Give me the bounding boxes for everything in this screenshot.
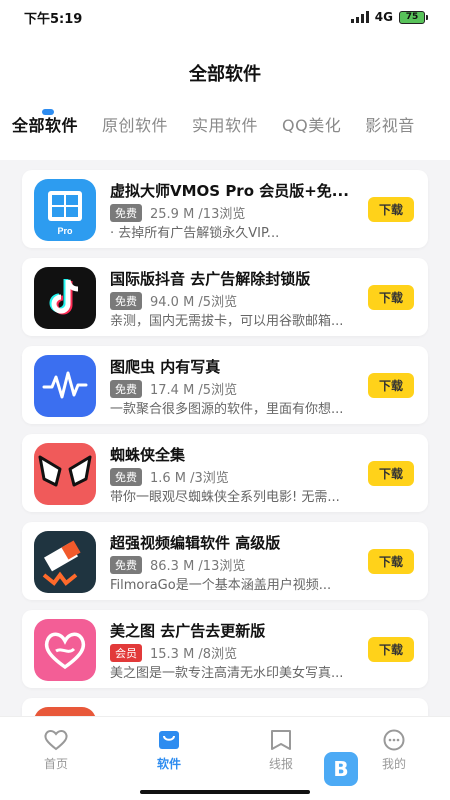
app-card[interactable]: 国际版抖音 去广告解除封锁版 免费 94.0 M /5浏览 亲测，国内无需拔卡，可… xyxy=(22,258,428,336)
nav-label: 软件 xyxy=(156,757,181,771)
free-badge: 免费 xyxy=(110,291,142,310)
app-card[interactable]: 蜘蛛侠全集 免费 1.6 M /3浏览 带你一眼观尽蜘蛛侠全系列电影! 无需...… xyxy=(22,434,428,512)
nav-software[interactable]: 软件 xyxy=(137,729,201,772)
home-indicator xyxy=(140,790,310,794)
app-description: 美之图是一款专注高清无水印美女写真... xyxy=(110,666,344,681)
tiktok-icon xyxy=(34,267,96,329)
free-badge: 免费 xyxy=(110,555,142,574)
app-description: · 去掉所有广告解锁永久VIP... xyxy=(110,226,280,241)
app-stats: 15.3 M /8浏览 xyxy=(150,647,238,662)
wave-icon xyxy=(34,355,96,417)
app-name: 图爬虫 内有写真 xyxy=(110,358,221,376)
app-name: 超强视频编辑软件 高级版 xyxy=(110,534,281,552)
nav-label: 线报 xyxy=(268,757,293,771)
tab-all[interactable]: 全部软件 xyxy=(12,112,78,156)
app-stats: 1.6 M /3浏览 xyxy=(150,471,229,486)
app-stats: 94.0 M /5浏览 xyxy=(150,295,238,310)
app-meta: 免费 1.6 M /3浏览 xyxy=(110,467,229,486)
app-card[interactable]: 超强视频编辑软件 高级版 免费 86.3 M /13浏览 FilmoraGo是一个… xyxy=(22,522,428,600)
app-card[interactable]: 美之图 去广告去更新版 会员 15.3 M /8浏览 美之图是一款专注高清无水印美… xyxy=(22,610,428,688)
app-card[interactable]: 图爬虫 内有写真 免费 17.4 M /5浏览 一款聚合很多图源的软件，里面有你想… xyxy=(22,346,428,424)
tab-video[interactable]: 影视音 xyxy=(365,112,415,156)
bag-icon xyxy=(159,731,179,749)
nav-news[interactable]: 线报 xyxy=(249,729,313,772)
app-meta: 免费 17.4 M /5浏览 xyxy=(110,379,237,398)
app-name: 国际版抖音 去广告解除封锁版 xyxy=(110,270,311,288)
download-button[interactable]: 下载 xyxy=(368,549,414,574)
status-icons: 4G 75 xyxy=(350,10,428,24)
status-bar: 下午5:19 4G 75 xyxy=(0,0,450,34)
bookmark-icon xyxy=(271,730,291,750)
app-meta: 免费 86.3 M /13浏览 xyxy=(110,555,245,574)
download-button[interactable]: 下载 xyxy=(368,373,414,398)
app-name: 虚拟大师VMOS Pro 会员版+免... xyxy=(110,182,349,200)
filmora-icon xyxy=(34,531,96,593)
spiderman-icon xyxy=(34,443,96,505)
signal-icon xyxy=(350,11,369,23)
app-description: FilmoraGo是一个基本涵盖用户视频... xyxy=(110,578,332,593)
face-icon xyxy=(383,729,405,751)
header: 全部软件 全部软件 原创软件 实用软件 QQ美化 影视音 xyxy=(0,34,450,160)
battery-level: 75 xyxy=(399,10,425,24)
watermark-logo: B xyxy=(324,752,358,786)
download-button[interactable]: 下载 xyxy=(368,197,414,222)
app-meta: 免费 94.0 M /5浏览 xyxy=(110,291,237,310)
status-time: 下午5:19 xyxy=(24,11,83,27)
page-title: 全部软件 xyxy=(189,64,261,85)
battery-icon: 75 xyxy=(399,10,428,24)
category-tabs: 全部软件 原创软件 实用软件 QQ美化 影视音 xyxy=(0,112,450,156)
app-description: 一款聚合很多图源的软件，里面有你想... xyxy=(110,402,344,417)
vmos-icon: Pro xyxy=(34,179,96,241)
vip-badge: 会员 xyxy=(110,643,142,662)
tab-original[interactable]: 原创软件 xyxy=(102,112,168,156)
bottom-nav: 首页 软件 线报 我的 xyxy=(0,716,450,800)
app-stats: 25.9 M /13浏览 xyxy=(150,207,246,222)
download-button[interactable]: 下载 xyxy=(368,461,414,486)
app-list: Pro 虚拟大师VMOS Pro 会员版+免... 免费 25.9 M /13浏览… xyxy=(22,170,428,786)
app-description: 带你一眼观尽蜘蛛侠全系列电影! 无需... xyxy=(110,490,340,505)
app-meta: 会员 15.3 M /8浏览 xyxy=(110,643,237,662)
free-badge: 免费 xyxy=(110,379,142,398)
nav-mine[interactable]: 我的 xyxy=(362,729,426,772)
nav-home[interactable]: 首页 xyxy=(24,729,88,772)
tab-utility[interactable]: 实用软件 xyxy=(192,112,258,156)
network-label: 4G xyxy=(374,10,393,24)
app-card[interactable]: Pro 虚拟大师VMOS Pro 会员版+免... 免费 25.9 M /13浏览… xyxy=(22,170,428,248)
free-badge: 免费 xyxy=(110,203,142,222)
free-badge: 免费 xyxy=(110,467,142,486)
nav-label: 我的 xyxy=(381,757,406,771)
app-meta: 免费 25.9 M /13浏览 xyxy=(110,203,245,222)
app-stats: 86.3 M /13浏览 xyxy=(150,559,246,574)
tab-indicator xyxy=(42,109,54,115)
app-stats: 17.4 M /5浏览 xyxy=(150,383,238,398)
heart-outline-icon xyxy=(44,730,68,751)
download-button[interactable]: 下载 xyxy=(368,637,414,662)
tab-qq[interactable]: QQ美化 xyxy=(282,112,341,156)
svg-text:Pro: Pro xyxy=(57,226,73,236)
app-name: 美之图 去广告去更新版 xyxy=(110,622,266,640)
heart-icon xyxy=(34,619,96,681)
app-name: 蜘蛛侠全集 xyxy=(110,446,186,464)
nav-label: 首页 xyxy=(43,757,68,771)
download-button[interactable]: 下载 xyxy=(368,285,414,310)
app-description: 亲测，国内无需拔卡，可以用谷歌邮箱... xyxy=(110,314,344,329)
